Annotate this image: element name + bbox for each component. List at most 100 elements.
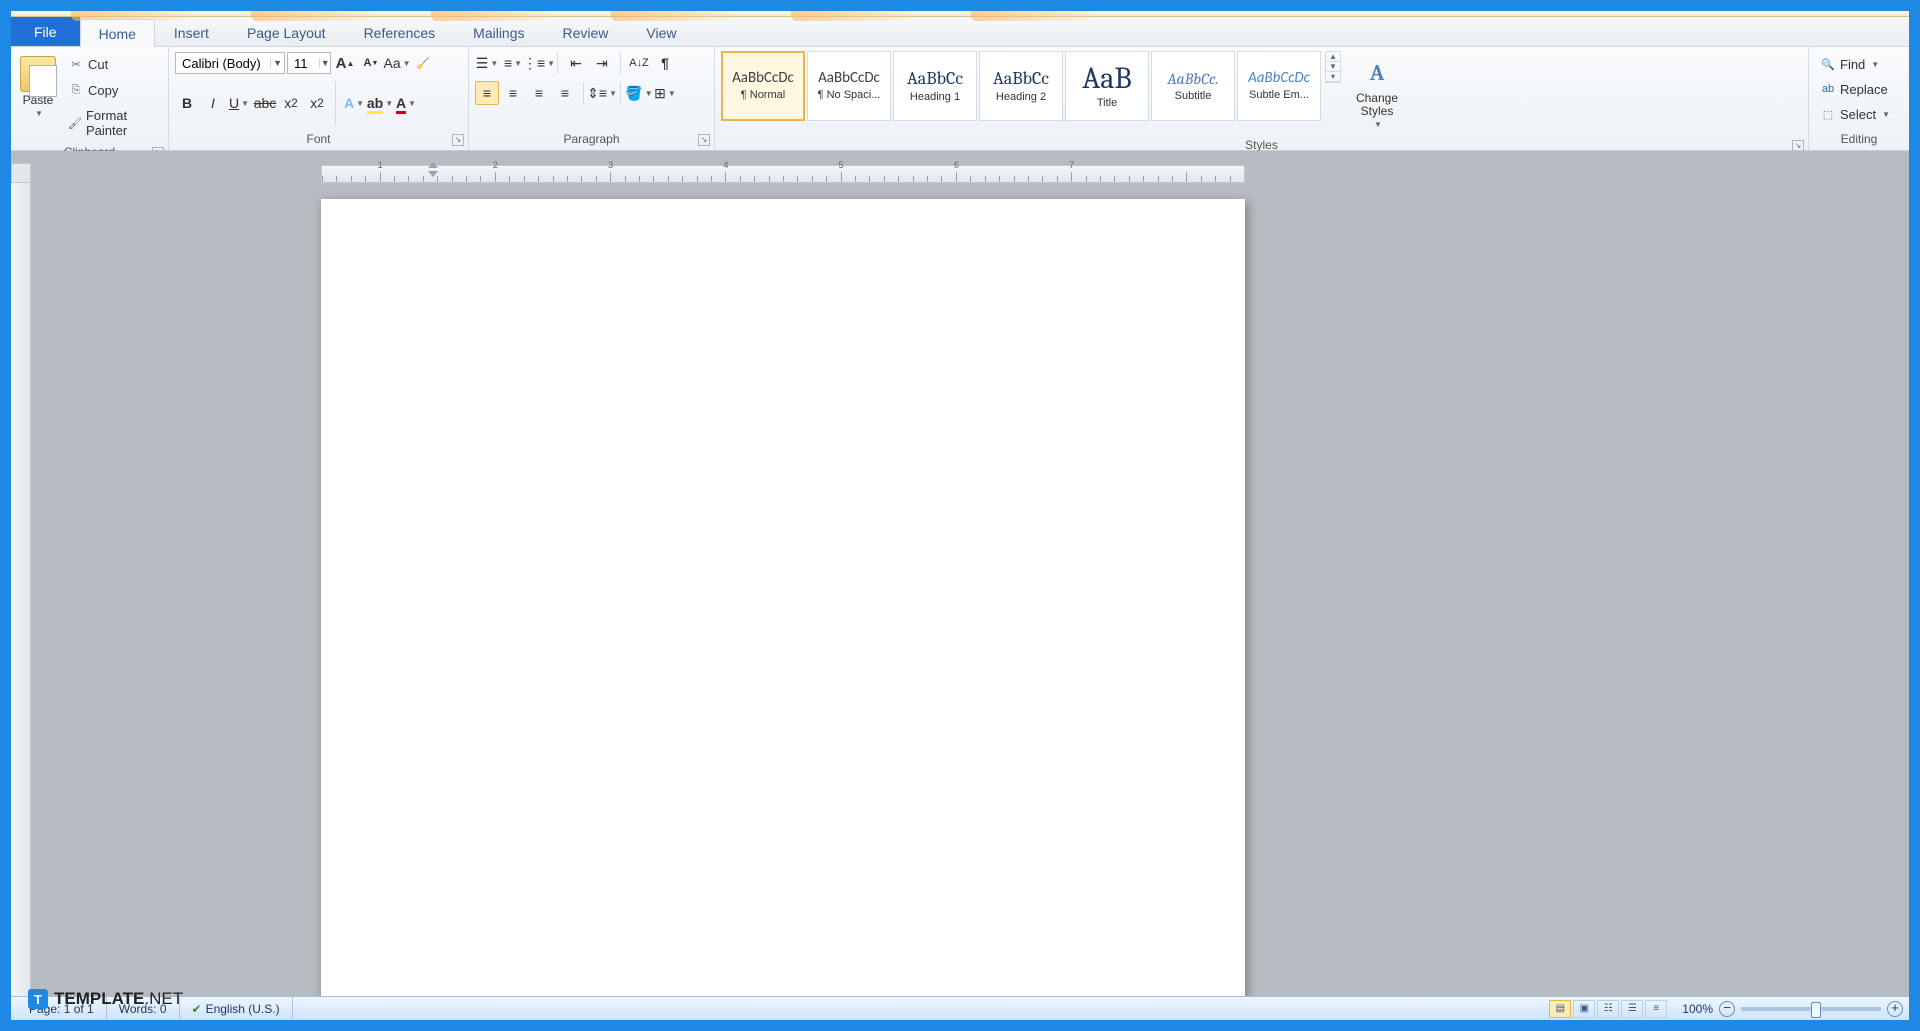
subscript-button[interactable]: x2 [279, 91, 303, 115]
font-name-combo[interactable]: ▼ [175, 52, 285, 74]
gallery-more-icon[interactable]: ▾ [1326, 72, 1340, 82]
indent-marker[interactable] [428, 161, 438, 171]
app-window: File Home Insert Page Layout References … [11, 11, 1909, 1020]
replace-button[interactable]: ab Replace [1815, 78, 1903, 100]
superscript-button[interactable]: x2 [305, 91, 329, 115]
style-name-label: Heading 1 [910, 91, 960, 103]
ruler-corner[interactable] [11, 163, 31, 183]
tab-view[interactable]: View [627, 18, 695, 46]
document-page[interactable] [321, 199, 1245, 996]
style-subtle-em---[interactable]: AaBbCcDcSubtle Em... [1237, 51, 1321, 121]
group-font-label: Font [306, 132, 330, 146]
highlight-button[interactable]: ab▼ [368, 91, 392, 115]
align-right-button[interactable]: ≡ [527, 81, 551, 105]
zoom-value[interactable]: 100% [1682, 1002, 1713, 1016]
tab-insert[interactable]: Insert [155, 18, 228, 46]
chevron-down-icon: ▼ [35, 109, 43, 118]
tab-home[interactable]: Home [80, 19, 155, 47]
strikethrough-button[interactable]: abc [253, 91, 277, 115]
view-draft[interactable]: ≡ [1645, 1000, 1667, 1018]
style-title[interactable]: AaBTitle [1065, 51, 1149, 121]
shading-button[interactable]: 🪣▼ [627, 81, 651, 105]
group-styles: AaBbCcDc¶ NormalAaBbCcDc¶ No Spaci...AaB… [715, 47, 1809, 150]
tab-page-layout[interactable]: Page Layout [228, 18, 345, 46]
group-paragraph: ☰▼ ≡▼ ⋮≡▼ ⇤ ⇥ A↓Z ¶ ≡ ≡ ≡ ≡ ⇕≡▼ [469, 47, 715, 150]
outdent-icon: ⇤ [570, 55, 582, 72]
justify-icon: ≡ [561, 85, 569, 101]
underline-button[interactable]: U▼ [227, 91, 251, 115]
line-spacing-button[interactable]: ⇕≡▼ [590, 81, 614, 105]
borders-button[interactable]: ⊞▼ [653, 81, 677, 105]
find-button[interactable]: 🔍 Find ▼ [1815, 53, 1903, 75]
cut-button[interactable]: ✂ Cut [63, 53, 162, 75]
select-label: Select [1840, 107, 1876, 122]
increase-indent-button[interactable]: ⇥ [590, 51, 614, 75]
zoom-in-button[interactable]: + [1887, 1001, 1903, 1017]
view-outline[interactable]: ☰ [1621, 1000, 1643, 1018]
sort-button[interactable]: A↓Z [627, 51, 651, 75]
style-heading-2[interactable]: AaBbCcHeading 2 [979, 51, 1063, 121]
numbering-button[interactable]: ≡▼ [501, 51, 525, 75]
chevron-down-icon: ▼ [1882, 110, 1890, 119]
justify-button[interactable]: ≡ [553, 81, 577, 105]
horizontal-ruler[interactable] [321, 165, 1245, 183]
style-subtitle[interactable]: AaBbCc.Subtitle [1151, 51, 1235, 121]
find-icon: 🔍 [1820, 56, 1836, 72]
multilevel-list-button[interactable]: ⋮≡▼ [527, 51, 551, 75]
align-left-button[interactable]: ≡ [475, 81, 499, 105]
chevron-down-icon[interactable]: ▼ [319, 58, 330, 68]
copy-button[interactable]: ⎘ Copy [63, 79, 162, 101]
font-name-input[interactable] [176, 56, 270, 71]
grow-font-button[interactable]: A▲ [333, 51, 357, 75]
tab-references[interactable]: References [345, 18, 455, 46]
group-editing: 🔍 Find ▼ ab Replace ⬚ Select ▼ Editing [1809, 47, 1909, 150]
paragraph-launcher[interactable]: ↘ [698, 134, 710, 146]
paste-button[interactable]: Paste ▼ [17, 51, 59, 123]
chevron-down-icon[interactable]: ▼ [270, 58, 284, 68]
format-painter-button[interactable]: 🖌 Format Painter [63, 105, 162, 141]
vertical-ruler[interactable] [11, 183, 31, 996]
show-hide-button[interactable]: ¶ [653, 51, 677, 75]
font-color-button[interactable]: A▼ [394, 91, 418, 115]
brand-rest: .NET [144, 989, 183, 1008]
style-sample: AaBbCc [907, 70, 963, 88]
font-launcher[interactable]: ↘ [452, 134, 464, 146]
font-size-combo[interactable]: ▼ [287, 52, 331, 74]
watermark-brand: T TEMPLATE.NET [28, 989, 183, 1009]
document-workspace[interactable] [11, 151, 1909, 996]
view-print-layout[interactable]: ▤ [1549, 1000, 1571, 1018]
line-spacing-icon: ⇕≡ [587, 85, 607, 102]
styles-gallery-scroll[interactable]: ▲ ▼ ▾ [1325, 51, 1341, 83]
font-size-input[interactable] [288, 56, 319, 71]
zoom-out-button[interactable]: − [1719, 1001, 1735, 1017]
style---normal[interactable]: AaBbCcDc¶ Normal [721, 51, 805, 121]
style-heading-1[interactable]: AaBbCc Heading 1 [893, 51, 977, 121]
gallery-down-icon[interactable]: ▼ [1326, 62, 1340, 72]
brand-logo-icon: T [28, 989, 48, 1009]
bold-button[interactable]: B [175, 91, 199, 115]
align-center-button[interactable]: ≡ [501, 81, 525, 105]
change-styles-button[interactable]: A Change Styles ▼ [1345, 51, 1409, 134]
shrink-font-button[interactable]: A▼ [359, 51, 383, 75]
style-name-label: Subtitle [1175, 90, 1212, 102]
brush-icon: 🖌 [68, 115, 82, 131]
style---no-spaci---[interactable]: AaBbCcDc¶ No Spaci... [807, 51, 891, 121]
change-case-button[interactable]: Aa▼ [385, 51, 409, 75]
tab-review[interactable]: Review [544, 18, 628, 46]
decrease-indent-button[interactable]: ⇤ [564, 51, 588, 75]
gallery-up-icon[interactable]: ▲ [1326, 52, 1340, 62]
italic-button[interactable]: I [201, 91, 225, 115]
text-effects-button[interactable]: A▼ [342, 91, 366, 115]
status-language[interactable]: ✔ English (U.S.) [180, 997, 293, 1020]
view-full-screen[interactable]: ▣ [1573, 1000, 1595, 1018]
tab-file[interactable]: File [11, 17, 80, 46]
tab-mailings[interactable]: Mailings [454, 18, 543, 46]
zoom-slider[interactable] [1741, 1007, 1881, 1011]
view-web-layout[interactable]: ☷ [1597, 1000, 1619, 1018]
select-button[interactable]: ⬚ Select ▼ [1815, 103, 1903, 125]
style-name-label: Title [1097, 97, 1117, 109]
group-paragraph-label: Paragraph [563, 132, 619, 146]
clear-formatting-button[interactable]: 🧹 [411, 51, 435, 75]
scissors-icon: ✂ [68, 56, 84, 72]
bullets-button[interactable]: ☰▼ [475, 51, 499, 75]
